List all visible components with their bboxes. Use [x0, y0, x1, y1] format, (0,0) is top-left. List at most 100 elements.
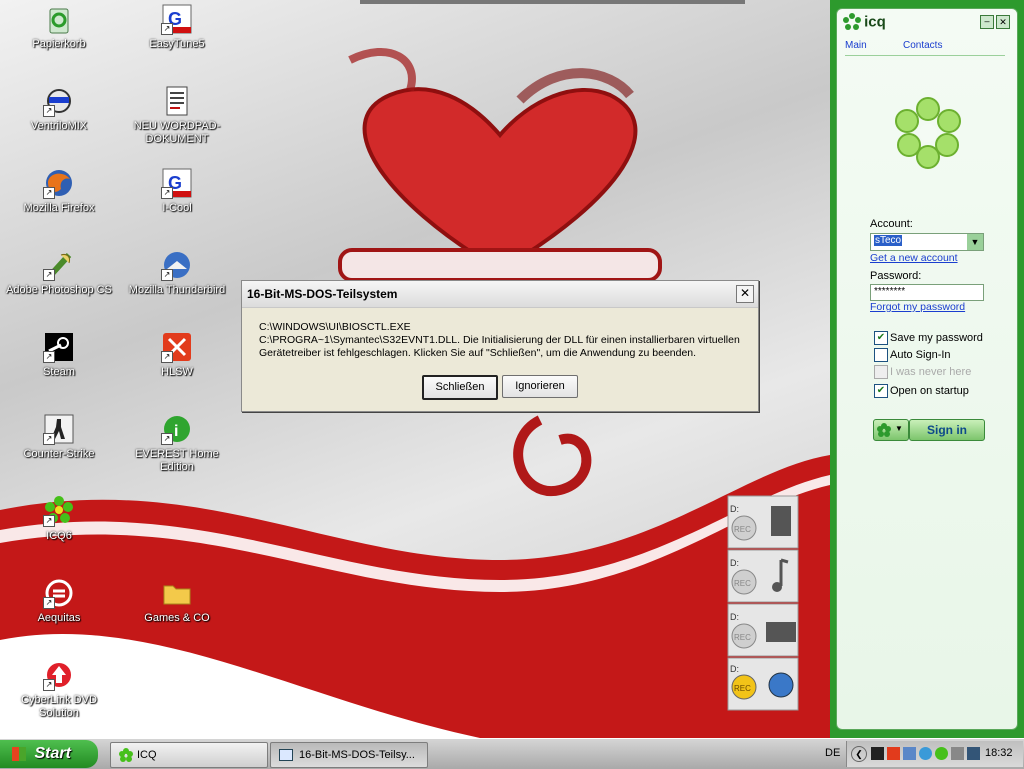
clock[interactable]: 18:32 — [985, 747, 1013, 759]
tab-main[interactable]: Main — [845, 40, 867, 51]
account-dropdown[interactable]: sTeco ▼ — [870, 233, 984, 251]
desktop-icon-hlsw[interactable]: ↗ HLSW — [122, 331, 232, 379]
svg-text:i: i — [174, 423, 178, 440]
status-dropdown[interactable]: ▼ — [873, 419, 909, 441]
icon-label: NEU WORDPAD-DOKUMENT — [133, 120, 221, 145]
chevron-down-icon[interactable]: ▼ — [967, 234, 983, 250]
rec-widget[interactable]: D: D: D: D: REC REC REC REC — [726, 490, 800, 714]
ignore-button[interactable]: Ignorieren — [502, 375, 578, 398]
icq-flower-icon — [119, 748, 133, 763]
desktop-icon-icool[interactable]: G ↗ I-Cool — [122, 167, 232, 215]
icon-label: EasyTune5 — [149, 38, 205, 50]
hlsw-icon: ↗ — [161, 331, 193, 363]
steam-icon: ↗ — [43, 331, 75, 363]
rec-label: REC — [734, 525, 751, 534]
error-dialog: 16-Bit-MS-DOS-Teilsystem ✕ C:\WINDOWS\UI… — [241, 280, 759, 412]
icq-flower-logo-icon — [895, 97, 961, 169]
desktop-icon-games[interactable]: Games & CO — [122, 577, 232, 625]
shortcut-arrow-icon: ↗ — [43, 515, 55, 527]
thunderbird-icon: ↗ — [161, 249, 193, 281]
tray-network-icon[interactable] — [903, 747, 916, 760]
rec-label: REC — [734, 684, 751, 693]
icq-flower-icon — [843, 13, 861, 30]
never-here-checkbox[interactable] — [874, 365, 888, 379]
start-button[interactable]: Start — [0, 740, 98, 768]
shortcut-arrow-icon: ↗ — [161, 433, 173, 445]
chevron-down-icon: ▼ — [895, 424, 903, 433]
taskbar-item-msdos[interactable]: 16-Bit-MS-DOS-Teilsy... — [270, 742, 428, 768]
password-field[interactable]: ******** — [870, 284, 984, 301]
icq-header-line — [845, 55, 1005, 56]
icon-label: Papierkorb — [32, 38, 86, 50]
icon-label: Adobe Photoshop CS — [6, 284, 112, 296]
icq-flower-icon: ↗ — [43, 495, 75, 527]
minimize-icon[interactable]: – — [980, 15, 994, 29]
tray-icq-icon[interactable] — [935, 747, 948, 760]
close-icon[interactable]: ✕ — [996, 15, 1010, 29]
auto-signin-label: Auto Sign-In — [890, 349, 951, 361]
desktop-icon-wordpad[interactable]: NEU WORDPAD-DOKUMENT — [122, 85, 232, 146]
desktop-icon-photoshop[interactable]: ↗ Adobe Photoshop CS — [4, 249, 114, 297]
taskbar-item-icq[interactable]: ICQ — [110, 742, 268, 768]
icon-label: Mozilla Firefox — [23, 202, 95, 214]
taskbar-item-label: ICQ — [137, 749, 157, 761]
shortcut-arrow-icon: ↗ — [43, 187, 55, 199]
shortcut-arrow-icon: ↗ — [161, 351, 173, 363]
folder-icon — [161, 577, 193, 609]
desktop-icon-cyberlink[interactable]: ↗ CyberLink DVD Solution — [4, 659, 114, 720]
tray-hlsw-icon[interactable] — [887, 747, 900, 760]
password-label: Password: — [870, 270, 922, 282]
recycle-bin-icon — [43, 3, 75, 35]
aequitas-icon: ↗ — [43, 577, 75, 609]
desktop-icon-papierkorb[interactable]: Papierkorb — [4, 3, 114, 51]
icon-label: HLSW — [161, 366, 193, 378]
auto-signin-checkbox[interactable] — [874, 348, 888, 362]
icon-label: CyberLink DVD Solution — [21, 694, 97, 719]
tray-antivirus-icon[interactable] — [919, 747, 932, 760]
never-here-label: I was never here — [890, 366, 972, 378]
icon-label: Counter-Strike — [23, 448, 95, 460]
cyberlink-icon: ↗ — [43, 659, 75, 691]
icon-label: I-Cool — [162, 202, 192, 214]
password-value: ******** — [874, 286, 906, 297]
open-startup-checkbox[interactable]: ✔ — [874, 384, 888, 398]
desktop-icon-icq6[interactable]: ↗ ICQ6 — [4, 495, 114, 543]
desktop-icon-steam[interactable]: ↗ Steam — [4, 331, 114, 379]
icon-label: VentriloMIX — [30, 120, 88, 132]
desktop-icon-aequitas[interactable]: ↗ Aequitas — [4, 577, 114, 625]
photoshop-icon: ↗ — [43, 249, 75, 281]
tray-volume-icon[interactable] — [967, 747, 980, 760]
desktop: Papierkorb G ↗ EasyTune5 ↗ VentriloMIX NE… — [0, 0, 1024, 738]
shortcut-arrow-icon: ↗ — [43, 351, 55, 363]
desktop-icon-firefox[interactable]: ↗ Mozilla Firefox — [4, 167, 114, 215]
desktop-icon-ventrilomix[interactable]: ↗ VentriloMIX — [4, 85, 114, 133]
tray-monitor-icon[interactable] — [951, 747, 964, 760]
close-button[interactable]: Schließen — [422, 375, 498, 400]
rec-drive-label: D: — [730, 558, 739, 568]
language-indicator[interactable]: DE — [825, 747, 840, 759]
tray-expand-icon[interactable]: ❮ — [851, 746, 867, 762]
icq-window: icq – ✕ Main Contacts Account: sTeco ▼ G… — [830, 0, 1024, 738]
icon-label: ICQ6 — [46, 530, 72, 542]
new-account-link[interactable]: Get a new account — [870, 252, 958, 264]
desktop-icon-everest[interactable]: i ↗ EVEREST Home Edition — [122, 413, 232, 474]
rec-drive-label: D: — [730, 612, 739, 622]
open-startup-label: Open on startup — [890, 385, 969, 397]
rec-label: REC — [734, 579, 751, 588]
shortcut-arrow-icon: ↗ — [43, 679, 55, 691]
shortcut-arrow-icon: ↗ — [43, 433, 55, 445]
tray-steam-icon[interactable] — [871, 747, 884, 760]
easytune-icon: G ↗ — [161, 3, 193, 35]
forgot-password-link[interactable]: Forgot my password — [870, 301, 965, 313]
desktop-icon-counterstrike[interactable]: ↗ Counter-Strike — [4, 413, 114, 461]
save-password-checkbox[interactable]: ✔ — [874, 331, 888, 345]
desktop-icon-easytune5[interactable]: G ↗ EasyTune5 — [122, 3, 232, 51]
close-icon[interactable]: ✕ — [736, 285, 754, 303]
everest-info-icon: i ↗ — [161, 413, 193, 445]
signin-button[interactable]: Sign in — [909, 419, 985, 441]
start-label: Start — [34, 745, 71, 762]
icq-panel: icq – ✕ Main Contacts Account: sTeco ▼ G… — [836, 8, 1018, 730]
tab-contacts[interactable]: Contacts — [903, 40, 942, 51]
desktop-icon-thunderbird[interactable]: ↗ Mozilla Thunderbird — [122, 249, 232, 297]
icq-logo-text: icq — [864, 13, 886, 31]
